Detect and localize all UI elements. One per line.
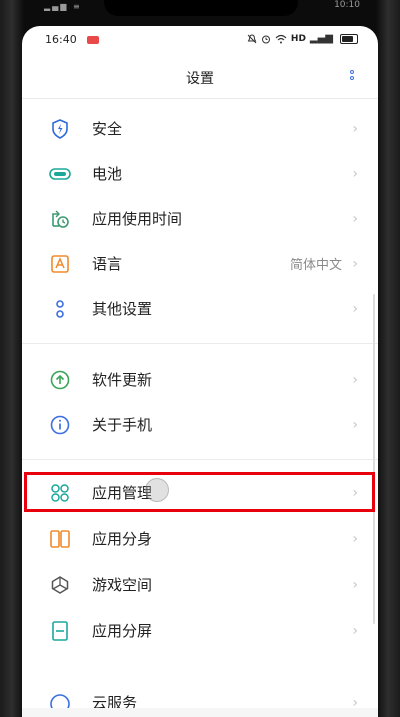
settings-item-app-clone[interactable]: 应用分身 › [22, 516, 378, 561]
wifi-icon [275, 34, 287, 43]
item-label: 安全 [92, 120, 123, 138]
game-space-icon [49, 574, 71, 596]
item-label: 应用分身 [92, 530, 153, 548]
scrollbar[interactable] [373, 294, 375, 624]
battery-indicator-icon [340, 33, 358, 44]
outer-signal-icon: ▂▄▆ ≡ [44, 2, 82, 11]
chevron-right-icon: › [352, 300, 358, 317]
chevron-right-icon: › [352, 576, 358, 593]
app-time-icon [49, 208, 71, 230]
page-header: 设置 [22, 62, 378, 92]
settings-item-app-usage-time[interactable]: 应用使用时间 › [22, 196, 378, 241]
other-settings-icon [49, 298, 71, 320]
bottom-gesture-area [22, 708, 378, 717]
language-value: 简体中文 [289, 258, 342, 273]
alarm-icon [261, 35, 270, 43]
settings-item-game-space[interactable]: 游戏空间 › [22, 562, 378, 607]
language-icon [49, 253, 71, 275]
item-label: 软件更新 [92, 371, 153, 389]
highlight-box [24, 472, 375, 512]
touch-indicator [145, 478, 169, 502]
status-time: 16:40 [45, 33, 77, 46]
split-screen-icon [49, 620, 71, 642]
more-options-button[interactable] [348, 70, 356, 86]
chevron-right-icon: › [352, 255, 358, 272]
app-clone-icon [49, 528, 71, 550]
info-icon [49, 414, 71, 436]
item-label: 电池 [92, 165, 123, 183]
settings-item-about-phone[interactable]: 关于手机 › [22, 402, 378, 447]
chevron-right-icon: › [352, 120, 358, 137]
chevron-right-icon: › [352, 530, 358, 547]
settings-screen: 16:40 HD ▂▄▆ 设置 安全 › 电池 › 应用使用时间 › 语言 简体… [22, 26, 378, 717]
chevron-right-icon: › [352, 371, 358, 388]
status-bar: 16:40 HD ▂▄▆ [22, 26, 378, 56]
item-label: 语言 [92, 255, 123, 273]
chevron-right-icon: › [352, 210, 358, 227]
header-divider [22, 98, 378, 99]
group-divider [22, 459, 378, 460]
settings-item-security[interactable]: 安全 › [22, 106, 378, 151]
chevron-right-icon: › [352, 416, 358, 433]
bell-off-icon [247, 33, 257, 43]
hd-badge: HD [290, 33, 306, 44]
more-dot-icon [350, 70, 354, 74]
item-label: 其他设置 [92, 300, 153, 318]
settings-item-language[interactable]: 语言 简体中文 › [22, 241, 378, 286]
shield-icon [49, 118, 71, 140]
group-divider [22, 343, 378, 344]
phone-notch [104, 0, 298, 16]
item-label: 游戏空间 [92, 576, 153, 594]
battery-icon [49, 163, 71, 185]
item-label: 应用分屏 [92, 622, 153, 640]
chevron-right-icon: › [352, 165, 358, 182]
update-icon [49, 369, 71, 391]
notification-icon [87, 36, 99, 44]
chevron-right-icon: › [352, 622, 358, 639]
settings-item-other-settings[interactable]: 其他设置 › [22, 286, 378, 331]
settings-item-software-update[interactable]: 软件更新 › [22, 357, 378, 402]
settings-item-split-screen[interactable]: 应用分屏 › [22, 608, 378, 653]
outer-time: 10:10 [334, 0, 360, 10]
page-title: 设置 [186, 71, 214, 87]
status-icons: HD ▂▄▆ [247, 33, 358, 44]
signal-icon: ▂▄▆ [309, 33, 333, 44]
more-dot-icon [350, 76, 354, 80]
item-label: 应用使用时间 [92, 210, 183, 228]
item-label: 关于手机 [92, 416, 153, 434]
settings-item-battery[interactable]: 电池 › [22, 151, 378, 196]
